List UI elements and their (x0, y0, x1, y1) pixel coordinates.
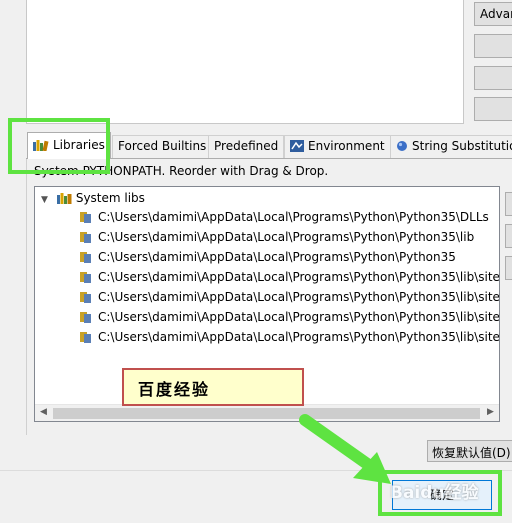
tree-item-path[interactable]: C:\Users\damimi\AppData\Local\Programs\P… (79, 267, 500, 287)
tree-side-button-1[interactable] (505, 192, 512, 216)
tab-environment[interactable]: Environment (284, 135, 391, 158)
horizontal-scrollbar[interactable]: ◀ ▶ (35, 404, 499, 421)
tab-string-substitution-label: String Substitutio (412, 139, 512, 153)
library-jar-icon (79, 269, 92, 283)
tree-item-path[interactable]: C:\Users\damimi\AppData\Local\Programs\P… (79, 227, 474, 247)
library-jar-icon (79, 249, 92, 263)
tree-item-label: C:\Users\damimi\AppData\Local\Programs\P… (98, 310, 500, 324)
side-button-3[interactable] (474, 97, 512, 121)
library-jar-icon (79, 309, 92, 323)
library-jar-icon (79, 209, 92, 223)
tab-string-substitution[interactable]: String Substitutio (390, 135, 512, 158)
tree-item-label: C:\Users\damimi\AppData\Local\Programs\P… (98, 270, 500, 284)
tree-root-label: System libs (75, 191, 145, 205)
tree-item-label: C:\Users\damimi\AppData\Local\Programs\P… (98, 250, 456, 264)
blue-dot-icon (396, 140, 408, 155)
tree-item-path[interactable]: C:\Users\damimi\AppData\Local\Programs\P… (79, 207, 489, 227)
side-button-1[interactable] (474, 34, 512, 58)
scroll-left-arrow-icon[interactable]: ◀ (40, 407, 47, 417)
baidu-watermark: Baidu经验 (390, 483, 479, 503)
highlight-box-libraries-tab (8, 118, 110, 174)
tree-item-path[interactable]: C:\Users\damimi\AppData\Local\Programs\P… (79, 327, 500, 347)
tree-root-system-libs[interactable]: ▼ System libs (41, 188, 145, 208)
library-jar-icon (79, 289, 92, 303)
annotation-callout: 百度经验 (122, 368, 304, 406)
tree-item-label: C:\Users\damimi\AppData\Local\Programs\P… (98, 290, 500, 304)
tree-side-button-2[interactable] (505, 224, 512, 248)
scrollbar-thumb[interactable] (53, 408, 480, 419)
library-folder-icon (56, 190, 72, 204)
tree-item-path[interactable]: C:\Users\damimi\AppData\Local\Programs\P… (79, 287, 500, 307)
tab-predefined-label: Predefined (214, 139, 279, 153)
restore-defaults-button[interactable]: 恢复默认值(D) (427, 440, 512, 462)
tree-side-button-3[interactable] (505, 256, 512, 280)
tree-item-label: C:\Users\damimi\AppData\Local\Programs\P… (98, 230, 475, 244)
tree-item-label: C:\Users\damimi\AppData\Local\Programs\P… (98, 330, 500, 344)
scroll-right-arrow-icon[interactable]: ▶ (487, 407, 494, 417)
tree-item-label: C:\Users\damimi\AppData\Local\Programs\P… (98, 210, 489, 224)
environment-icon (290, 140, 304, 155)
tab-forced-builtins-label: Forced Builtins (118, 139, 207, 153)
advanced-button[interactable]: Advar (474, 2, 512, 26)
tree-item-path[interactable]: C:\Users\damimi\AppData\Local\Programs\P… (79, 307, 500, 327)
library-jar-icon (79, 329, 92, 343)
tree-item-path[interactable]: C:\Users\damimi\AppData\Local\Programs\P… (79, 247, 456, 267)
expand-chevron-icon[interactable]: ▼ (41, 190, 53, 210)
top-list-panel (26, 0, 464, 124)
library-jar-icon (79, 229, 92, 243)
side-button-2[interactable] (474, 66, 512, 90)
tab-forced-builtins[interactable]: Forced Builtins (112, 135, 213, 158)
tab-environment-label: Environment (308, 139, 385, 153)
tab-predefined[interactable]: Predefined (208, 135, 285, 158)
